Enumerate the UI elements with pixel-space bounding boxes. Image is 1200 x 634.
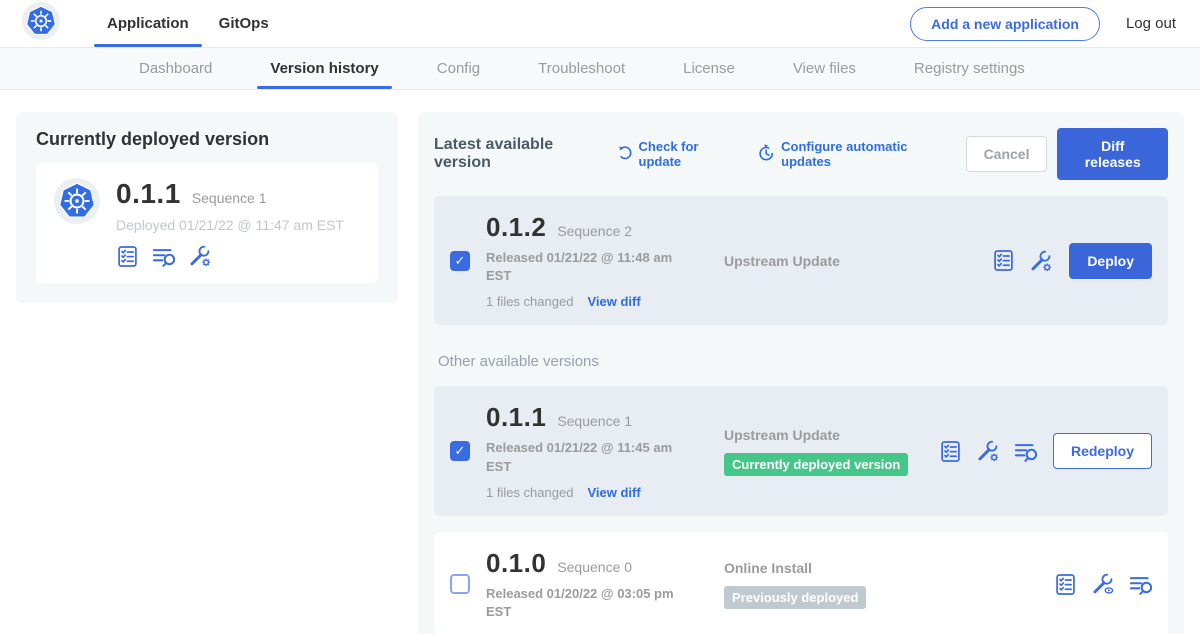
add-application-button[interactable]: Add a new application [910, 7, 1100, 41]
preflight-checks-icon[interactable] [992, 249, 1015, 272]
tab-troubleshoot[interactable]: Troubleshoot [525, 48, 638, 89]
tab-version-history[interactable]: Version history [257, 48, 391, 89]
released-timestamp: Released 01/21/22 @ 11:45 am EST [486, 439, 686, 475]
edit-config-icon[interactable] [188, 244, 212, 268]
diff-releases-button[interactable]: Diff releases [1057, 128, 1168, 180]
version-source-label: Upstream Update [724, 253, 939, 269]
available-header: Latest available version Check for updat… [434, 128, 1168, 180]
currently-deployed-panel: Currently deployed version 0.1.1 Sequenc… [16, 112, 398, 303]
deploy-logs-icon[interactable] [1129, 573, 1152, 596]
deploy-logs-icon[interactable] [152, 245, 175, 268]
currently-deployed-badge: Currently deployed version [724, 453, 908, 476]
preflight-checks-icon[interactable] [116, 245, 139, 268]
version-source-label: Upstream Update [724, 427, 939, 443]
tab-dashboard[interactable]: Dashboard [126, 48, 225, 89]
top-header: Application GitOps Add a new application… [0, 0, 1200, 48]
nav-tab-gitops[interactable]: GitOps [204, 0, 284, 47]
app-logo [22, 0, 60, 47]
version-row-0-1-0: 0.1.0 Sequence 0 Released 01/20/22 @ 03:… [434, 532, 1168, 634]
kubernetes-app-icon [54, 178, 100, 268]
preflight-checks-icon[interactable] [939, 440, 962, 463]
sequence-label: Sequence 0 [557, 559, 632, 575]
deployed-sequence-label: Sequence 1 [192, 190, 267, 206]
logout-link[interactable]: Log out [1126, 15, 1176, 32]
deploy-button[interactable]: Deploy [1069, 243, 1152, 279]
main-content: Currently deployed version 0.1.1 Sequenc… [0, 90, 1200, 634]
version-row-0-1-2: 0.1.2 Sequence 2 Released 01/21/22 @ 11:… [434, 196, 1168, 325]
version-row-0-1-1: 0.1.1 Sequence 1 Released 01/21/22 @ 11:… [434, 386, 1168, 515]
files-changed-label: 1 files changed [486, 294, 573, 309]
tab-registry-settings[interactable]: Registry settings [901, 48, 1038, 89]
sequence-label: Sequence 2 [557, 223, 632, 239]
nav-tab-application[interactable]: Application [92, 0, 204, 47]
edit-config-icon[interactable] [976, 439, 1000, 463]
other-versions-title: Other available versions [438, 353, 1168, 370]
schedule-update-icon [757, 144, 775, 165]
version-number: 0.1.1 [486, 402, 546, 433]
available-versions-panel: Latest available version Check for updat… [418, 112, 1184, 634]
version-checkbox[interactable] [450, 574, 470, 594]
sequence-label: Sequence 1 [557, 413, 632, 429]
edit-config-icon[interactable] [1029, 249, 1053, 273]
redeploy-button[interactable]: Redeploy [1053, 433, 1152, 469]
released-timestamp: Released 01/21/22 @ 11:48 am EST [486, 249, 686, 285]
deployed-version-number: 0.1.1 [116, 178, 181, 210]
deployed-timestamp: Deployed 01/21/22 @ 11:47 am EST [116, 217, 344, 233]
deploy-logs-icon[interactable] [1014, 440, 1037, 463]
tab-view-files[interactable]: View files [780, 48, 869, 89]
cancel-button[interactable]: Cancel [966, 136, 1048, 172]
preflight-checks-icon[interactable] [1054, 573, 1077, 596]
deployed-panel-title: Currently deployed version [36, 129, 378, 150]
deployed-version-card: 0.1.1 Sequence 1 Deployed 01/21/22 @ 11:… [36, 163, 378, 283]
version-number: 0.1.0 [486, 548, 546, 579]
available-panel-title: Latest available version [434, 136, 596, 172]
version-checkbox[interactable] [450, 251, 470, 271]
view-config-icon[interactable] [1091, 572, 1115, 596]
app-subnav: Dashboard Version history Config Trouble… [0, 48, 1200, 90]
version-checkbox[interactable] [450, 441, 470, 461]
tab-config[interactable]: Config [424, 48, 493, 89]
released-timestamp: Released 01/20/22 @ 03:05 pm EST [486, 585, 686, 621]
version-source-label: Online Install [724, 560, 939, 576]
primary-nav: Application GitOps [92, 0, 284, 47]
view-diff-link[interactable]: View diff [587, 485, 640, 500]
version-number: 0.1.2 [486, 212, 546, 243]
configure-automatic-updates-link[interactable]: Configure automatic updates [757, 139, 939, 169]
tab-license[interactable]: License [670, 48, 748, 89]
header-right: Add a new application Log out [910, 0, 1176, 47]
previously-deployed-badge: Previously deployed [724, 586, 866, 609]
refresh-icon [616, 144, 633, 164]
view-diff-link[interactable]: View diff [587, 294, 640, 309]
files-changed-label: 1 files changed [486, 485, 573, 500]
check-for-update-link[interactable]: Check for update [616, 139, 732, 169]
kubernetes-logo-icon [22, 2, 60, 45]
